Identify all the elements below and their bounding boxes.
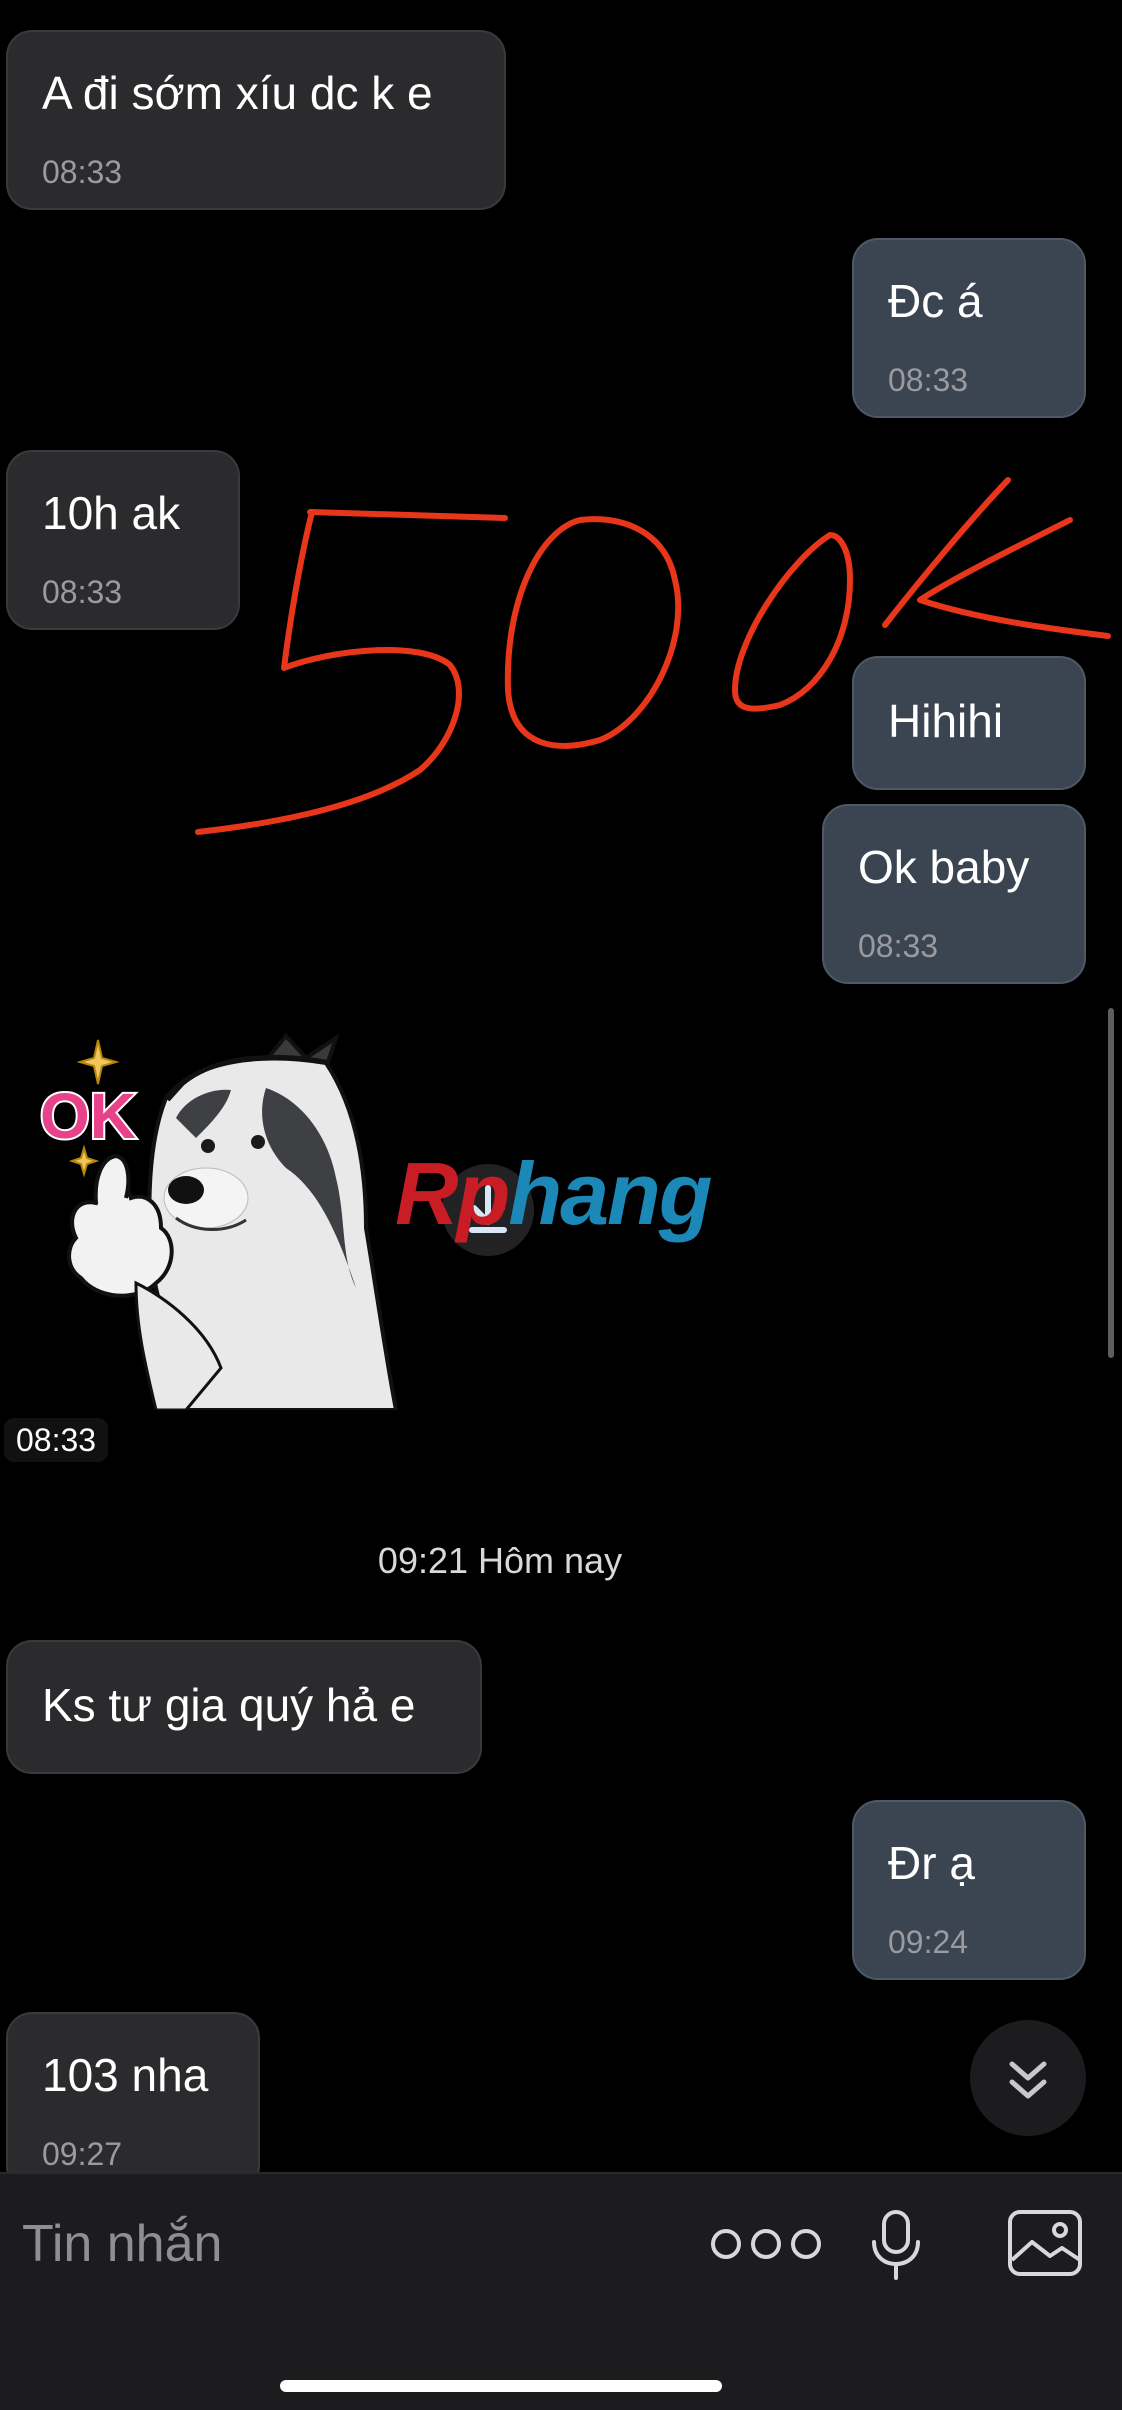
- message-text: Ks tư gia quý hả e: [42, 1679, 416, 1731]
- message-bubble-incoming[interactable]: 10h ak 08:33: [6, 450, 240, 630]
- message-bubble-incoming[interactable]: Ks tư gia quý hả e: [6, 1640, 482, 1774]
- more-dots-icon: [711, 2229, 821, 2259]
- microphone-icon: [872, 2210, 920, 2280]
- message-time: 08:33: [42, 154, 123, 190]
- message-time: 08:33: [42, 574, 123, 610]
- more-options-button[interactable]: [702, 2212, 830, 2276]
- sticker-time: 08:33: [4, 1418, 109, 1462]
- message-text: Đr ạ: [888, 1837, 975, 1889]
- message-text: Hihihi: [888, 695, 1004, 747]
- message-time: 09:24: [888, 1924, 969, 1960]
- message-text: Ok baby: [858, 841, 1030, 893]
- message-time: 09:27: [42, 2136, 123, 2172]
- composer-bar: [0, 2172, 1122, 2410]
- date-separator: 09:21 Hôm nay: [377, 1540, 623, 1581]
- message-text: 103 nha: [42, 2049, 209, 2101]
- message-bubble-incoming[interactable]: A đi sớm xíu dc k e 08:33: [6, 30, 506, 210]
- image-icon: [1008, 2210, 1082, 2276]
- message-bubble-outgoing[interactable]: Đr ạ 09:24: [852, 1800, 1086, 1980]
- husky-ok-sticker[interactable]: OK: [36, 1028, 416, 1410]
- message-input[interactable]: Tin nhắn: [22, 2218, 222, 2270]
- chevron-double-down-icon: [1009, 2061, 1047, 2099]
- home-indicator: [280, 2380, 722, 2392]
- scrollbar[interactable]: [1108, 1008, 1114, 1358]
- message-bubble-incoming[interactable]: 103 nha 09:27: [6, 2012, 260, 2192]
- watermark-part2: hang: [508, 1144, 712, 1243]
- message-bubble-outgoing[interactable]: Ok baby 08:33: [822, 804, 1086, 984]
- sticker-ok-text: OK: [40, 1080, 136, 1152]
- message-text: Đc á: [888, 275, 983, 327]
- watermark-part1: Rp: [395, 1144, 510, 1243]
- send-image-button[interactable]: [1004, 2206, 1086, 2282]
- message-text: 10h ak: [42, 487, 181, 539]
- message-bubble-outgoing[interactable]: Hihihi: [852, 656, 1086, 790]
- message-bubble-outgoing[interactable]: Đc á 08:33: [852, 238, 1086, 418]
- watermark: Rphang: [395, 1150, 713, 1238]
- voice-message-button[interactable]: [858, 2206, 934, 2282]
- message-time: 08:33: [888, 362, 969, 398]
- message-text: A đi sớm xíu dc k e: [42, 67, 433, 119]
- message-time: 08:33: [858, 928, 939, 964]
- scroll-to-bottom-button[interactable]: [970, 2020, 1086, 2136]
